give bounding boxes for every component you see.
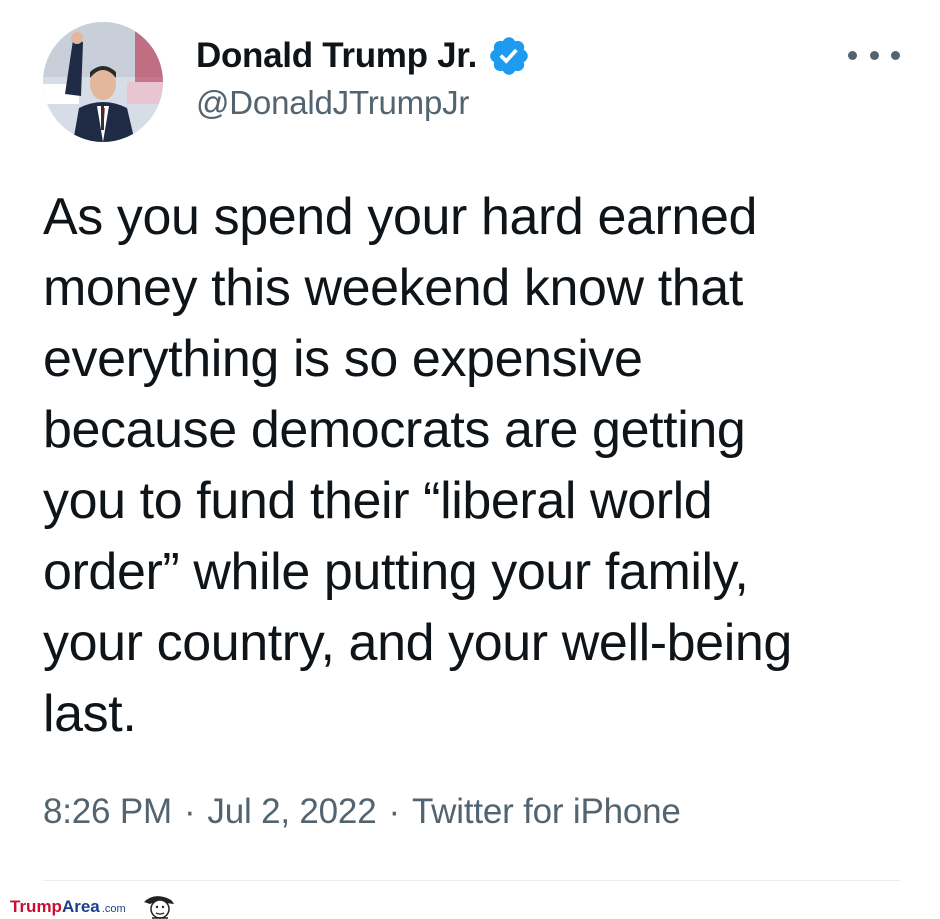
tweet-source[interactable]: Twitter for iPhone	[412, 792, 681, 831]
more-options-button[interactable]	[848, 40, 900, 70]
tweet-meta: 8:26 PM · Jul 2, 2022 · Twitter for iPhone	[43, 792, 681, 832]
meta-separator: ·	[388, 792, 400, 831]
tweet-text-line: order” while putting your family,	[43, 543, 749, 601]
caricature-icon	[143, 896, 174, 919]
more-dots-icon	[891, 50, 900, 60]
watermark-text-dotcom: .com	[101, 902, 126, 915]
verified-badge-icon	[487, 34, 531, 78]
display-name[interactable]: Donald Trump Jr.	[196, 36, 477, 76]
author-name-row[interactable]: Donald Trump Jr.	[196, 34, 531, 78]
avatar[interactable]	[43, 22, 163, 142]
tweet-text-line: As you spend your hard earned	[43, 188, 757, 246]
watermark-logo: Trump Area .com	[10, 894, 178, 919]
tweet-text-line: because democrats are getting	[43, 401, 746, 459]
user-handle[interactable]: @DonaldJTrumpJr	[196, 84, 469, 122]
avatar-photo	[43, 22, 163, 142]
tweet-text-line: your country, and your well-being	[43, 614, 792, 672]
divider	[43, 880, 900, 881]
tweet-text-line: last.	[43, 685, 137, 743]
tweet-text-line: money this weekend know that	[43, 259, 743, 317]
meta-separator: ·	[183, 792, 196, 831]
tweet-time[interactable]: 8:26 PM	[43, 792, 172, 831]
more-dots-icon	[848, 50, 857, 60]
tweet-text-line: you to fund their “liberal world	[43, 472, 713, 530]
tweet-date[interactable]: Jul 2, 2022	[207, 792, 376, 831]
watermark-text-trump: Trump	[10, 896, 62, 916]
watermark-text-area: Area	[61, 896, 100, 916]
tweet-text: As you spend your hard earned money this…	[43, 182, 913, 750]
tweet-text-line: everything is so expensive	[43, 330, 643, 388]
more-dots-icon	[869, 50, 879, 60]
